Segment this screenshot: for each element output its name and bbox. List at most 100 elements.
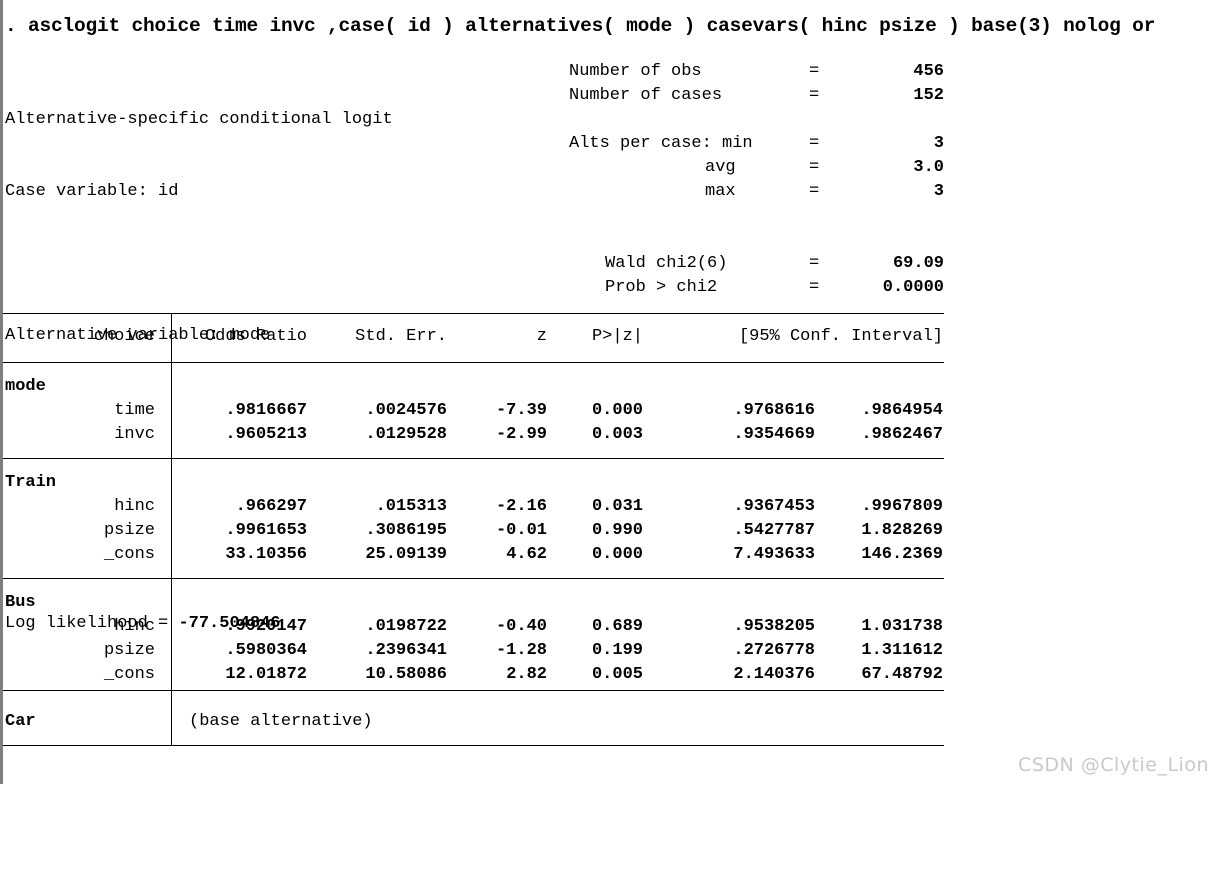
table-rule-after-train [3, 578, 944, 579]
cell-ci-low: .2726778 [733, 641, 815, 660]
model-header-right: Number of obs = 456 Number of cases = 15… [569, 60, 949, 300]
stat-number-of-obs: Number of obs = 456 [569, 60, 949, 84]
stat-alts-per-case-max: max = 3 [569, 180, 949, 204]
table-row: hinc .966297 .015313 -2.16 0.031 .936745… [3, 495, 944, 519]
table-row: time .9816667 .0024576 -7.39 0.000 .9768… [3, 399, 944, 423]
row-label: hinc [114, 497, 155, 516]
stat-label: Prob > chi2 [605, 278, 718, 297]
header-blank-1 [5, 252, 565, 276]
stata-results-console: . asclogit choice time invc ,case( id ) … [3, 0, 1223, 784]
stat-value: 3 [933, 134, 944, 153]
cell-std-err: .0198722 [365, 617, 447, 636]
cell-ci-low: .5427787 [733, 521, 815, 540]
cell-ci-high: 146.2369 [861, 545, 943, 564]
stat-label: Number of cases [569, 86, 723, 105]
cell-odds-ratio: 12.01872 [225, 665, 307, 684]
cell-odds-ratio: .9605213 [225, 425, 307, 444]
table-row: psize .5980364 .2396341 -1.28 0.199 .272… [3, 639, 944, 663]
column-header-z: z [536, 327, 547, 346]
cell-p: 0.990 [591, 521, 643, 540]
column-header-std-err: Std. Err. [355, 327, 447, 346]
cell-std-err: .015313 [375, 497, 447, 516]
cell-p: 0.000 [591, 545, 643, 564]
stat-value: 3 [933, 182, 944, 201]
stat-value: 152 [913, 86, 944, 105]
cell-ci-low: .9768616 [733, 401, 815, 420]
model-header: Alternative-specific conditional logit C… [3, 60, 1223, 633]
stat-label: Number of obs [569, 62, 702, 81]
cell-z: -2.99 [495, 425, 547, 444]
stat-wald-chi2: Wald chi2(6) = 69.09 [569, 252, 949, 276]
row-label: psize [103, 641, 155, 660]
cell-std-err: .0024576 [365, 401, 447, 420]
base-alternative-note: (base alternative) [189, 712, 373, 731]
stat-value: 0.0000 [882, 278, 944, 297]
cell-p: 0.689 [591, 617, 643, 636]
row-label: time [114, 401, 155, 420]
cell-ci-low: .9367453 [733, 497, 815, 516]
model-title: Alternative-specific conditional logit [5, 110, 393, 129]
table-row: hinc .9920147 .0198722 -0.40 0.689 .9538… [3, 615, 944, 639]
cell-z: -0.01 [495, 521, 547, 540]
cell-p: 0.005 [591, 665, 643, 684]
cell-std-err: .2396341 [365, 641, 447, 660]
group-label: Train [5, 473, 57, 492]
stat-value: 69.09 [892, 254, 944, 273]
cell-z: 4.62 [506, 545, 547, 564]
cell-odds-ratio: .5980364 [225, 641, 307, 660]
row-label: _cons [103, 665, 155, 684]
group-label: Car [5, 712, 36, 731]
stat-label: Alts per case: min [569, 134, 753, 153]
cell-ci-high: 67.48792 [861, 665, 943, 684]
watermark: CSDN @Clytie_Lion [1018, 754, 1209, 776]
cell-ci-high: .9967809 [861, 497, 943, 516]
cell-p: 0.000 [591, 401, 643, 420]
table-row: psize .9961653 .3086195 -0.01 0.990 .542… [3, 519, 944, 543]
table-rule-bottom [3, 745, 944, 746]
row-label: _cons [103, 545, 155, 564]
cell-std-err: .0129528 [365, 425, 447, 444]
case-variable: Case variable: id [5, 182, 179, 201]
group-label: Bus [5, 593, 36, 612]
command-line[interactable]: . asclogit choice time invc ,case( id ) … [5, 14, 1155, 38]
cell-std-err: .3086195 [365, 521, 447, 540]
cell-odds-ratio: .9816667 [225, 401, 307, 420]
cell-std-err: 10.58086 [365, 665, 447, 684]
column-header-choice: choice [93, 327, 155, 346]
cell-ci-low: .9354669 [733, 425, 815, 444]
stat-label: Wald chi2(6) [605, 254, 728, 273]
stat-value: 3.0 [913, 158, 944, 177]
cell-z: 2.82 [506, 665, 547, 684]
cell-ci-high: 1.031738 [861, 617, 943, 636]
cell-p: 0.031 [591, 497, 643, 516]
cell-z: -2.16 [495, 497, 547, 516]
cell-odds-ratio: 33.10356 [225, 545, 307, 564]
row-label: invc [114, 425, 155, 444]
stat-alts-per-case-avg: avg = 3.0 [569, 156, 949, 180]
group-label: mode [5, 377, 46, 396]
table-header-row: choice Odds Ratio Std. Err. z P>|z| [95%… [3, 325, 944, 349]
cell-p: 0.003 [591, 425, 643, 444]
stat-label: avg [705, 158, 736, 177]
group-header-mode: mode [3, 375, 944, 399]
group-header-train: Train [3, 471, 944, 495]
cell-z: -0.40 [495, 617, 547, 636]
cell-ci-high: 1.311612 [861, 641, 943, 660]
column-header-p: P>|z| [591, 327, 643, 346]
cell-ci-low: 7.493633 [733, 545, 815, 564]
table-row: invc .9605213 .0129528 -2.99 0.003 .9354… [3, 423, 944, 447]
table-rule-top [3, 313, 944, 314]
stat-label: max [705, 182, 736, 201]
table-rule-after-mode [3, 458, 944, 459]
cell-ci-high: .9864954 [861, 401, 943, 420]
cell-ci-high: 1.828269 [861, 521, 943, 540]
stat-alts-per-case-min: Alts per case: min = 3 [569, 132, 949, 156]
table-row: _cons 12.01872 10.58086 2.82 0.005 2.140… [3, 663, 944, 687]
column-header-odds-ratio: Odds Ratio [204, 327, 307, 346]
cell-odds-ratio: .9961653 [225, 521, 307, 540]
cell-std-err: 25.09139 [365, 545, 447, 564]
stat-value: 456 [913, 62, 944, 81]
stat-prob-chi2: Prob > chi2 = 0.0000 [569, 276, 949, 300]
table-rule-under-header [3, 362, 944, 363]
column-header-conf-interval: [95% Conf. Interval] [738, 327, 943, 346]
